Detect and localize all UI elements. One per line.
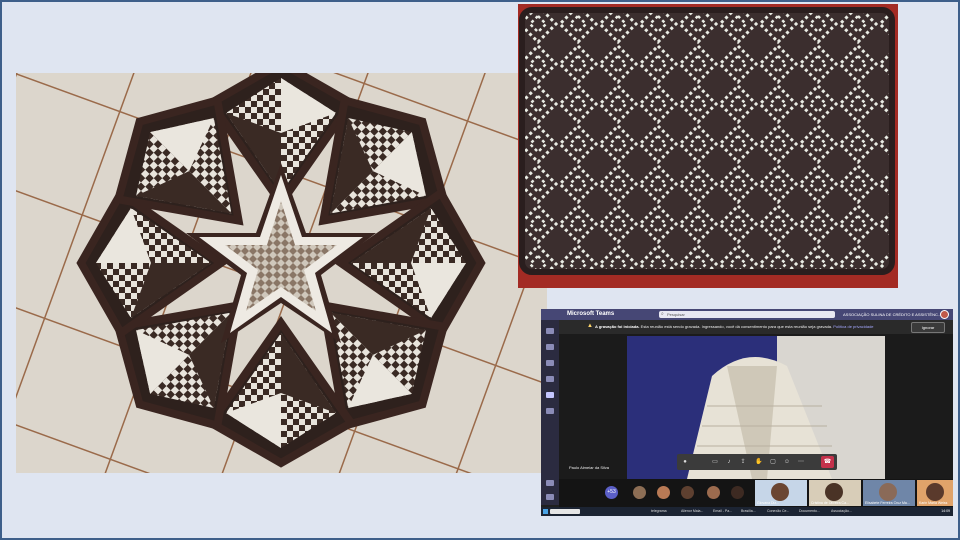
search-placeholder: Pesquisar (667, 312, 685, 317)
privacy-link[interactable]: Política de privacidade (833, 324, 873, 329)
taskbar-item[interactable]: Associação... (831, 508, 852, 515)
rug-illustration (16, 73, 547, 473)
mat-photo (518, 4, 898, 288)
chat-bubble-icon[interactable]: ▢ (769, 458, 777, 466)
windows-start-icon[interactable] (543, 509, 548, 514)
participant-face (879, 483, 897, 501)
more-participants-badge[interactable]: +53 (605, 486, 618, 499)
participant-strip: +53 Giovana Diz... Cristina de Oliveira … (559, 479, 953, 507)
windows-taskbar: telegrama Alienor Maia... Email - Pa... … (541, 507, 953, 516)
app-title: Microsoft Teams (567, 311, 615, 317)
teams-window: Microsoft Teams ⌕ Pesquisar ASSOCIAÇÃO S… (541, 309, 953, 516)
apps-icon[interactable] (546, 480, 554, 486)
camera-icon[interactable]: ▭ (711, 458, 719, 466)
taskbar-item[interactable]: Email - Pa... (713, 508, 732, 515)
participant-name: Karin Maria Weiss (919, 501, 948, 505)
teams-icon[interactable] (546, 360, 554, 366)
mat-illustration (518, 4, 898, 288)
ignore-button[interactable]: Ignorar (911, 322, 945, 333)
raise-hand-icon[interactable]: ✋ (755, 458, 763, 466)
app-rail (541, 320, 559, 505)
taskbar-item[interactable]: Conexão Ce... (767, 508, 789, 515)
participant-face (771, 483, 789, 501)
recording-message: A gravação foi iniciada. Esta reunião es… (595, 324, 874, 329)
chat-icon[interactable] (546, 344, 554, 350)
files-icon[interactable] (546, 408, 554, 414)
participant-avatar[interactable] (731, 486, 744, 499)
user-avatar[interactable] (940, 310, 949, 319)
hang-up-button[interactable]: ☎ (821, 456, 834, 468)
taskbar-item[interactable]: Documento... (799, 508, 820, 515)
participant-name: Giovana Diz... (757, 501, 779, 505)
taskbar-item[interactable]: telegrama (651, 508, 667, 515)
search-icon: ⌕ (661, 311, 664, 317)
participant-tile[interactable]: Giovana Diz... (755, 480, 807, 506)
presenter-name: Paulo Almeiar da Silva (569, 465, 610, 470)
share-icon[interactable]: ⇪ (739, 458, 747, 466)
taskbar-item[interactable]: Alienor Maia... (681, 508, 703, 515)
taskbar-item[interactable]: Brasília... (741, 508, 756, 515)
org-name[interactable]: ASSOCIAÇÃO SULINA DE CRÉDITO E ASSISTÊNC… (843, 312, 941, 317)
taskbar-search[interactable] (550, 509, 580, 514)
participant-avatar[interactable] (707, 486, 720, 499)
activity-icon[interactable] (546, 328, 554, 334)
participant-name: Elisabete Ferreira Cruz Ma... (865, 501, 910, 505)
participant-name: Cristina de Oliveira Ca... (811, 501, 849, 505)
participant-avatar[interactable] (681, 486, 694, 499)
microphone-icon[interactable]: ♪ (725, 458, 733, 466)
recording-banner: ▲ A gravação foi iniciada. Esta reunião … (559, 320, 953, 334)
participant-avatar[interactable] (657, 486, 670, 499)
calendar-icon[interactable] (546, 376, 554, 382)
help-icon[interactable] (546, 494, 554, 500)
warning-icon: ▲ (587, 323, 593, 329)
record-icon[interactable]: ● (681, 458, 689, 466)
participants-icon[interactable]: ☺ (783, 458, 791, 466)
call-controls: ● ▭ ♪ ⇪ ✋ ▢ ☺ ⋯ ☎ (677, 454, 837, 470)
participant-avatar[interactable] (633, 486, 646, 499)
participant-tile[interactable]: Cristina de Oliveira Ca... (809, 480, 861, 506)
participant-face (825, 483, 843, 501)
participant-face (926, 483, 944, 501)
rug-photo (16, 73, 547, 473)
calls-icon[interactable] (546, 392, 554, 398)
teams-title-bar: Microsoft Teams ⌕ Pesquisar ASSOCIAÇÃO S… (541, 309, 953, 320)
taskbar-clock: 14:09 (941, 509, 950, 513)
more-options-icon[interactable]: ⋯ (797, 458, 805, 466)
participant-tile[interactable]: Karin Maria Weiss (917, 480, 953, 506)
meeting-stage: Paulo Almeiar da Silva ● ▭ ♪ ⇪ ✋ ▢ ☺ ⋯ ☎ (559, 334, 953, 479)
search-input[interactable]: ⌕ Pesquisar (659, 311, 835, 318)
participant-tile[interactable]: Elisabete Ferreira Cruz Ma... (863, 480, 915, 506)
